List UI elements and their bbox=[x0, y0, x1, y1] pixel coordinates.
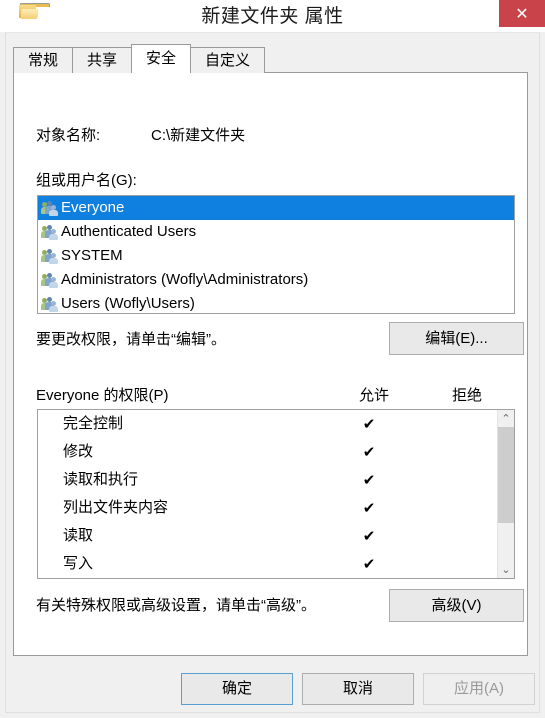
users-group-icon bbox=[41, 200, 58, 216]
scroll-up-icon[interactable]: ⌃ bbox=[498, 410, 514, 427]
list-item[interactable]: SYSTEM bbox=[38, 244, 514, 268]
close-button[interactable]: ✕ bbox=[499, 0, 545, 27]
permission-name: 完全控制 bbox=[63, 415, 124, 432]
list-item[interactable]: Users (Wofly\Users) bbox=[38, 292, 514, 313]
tab-customize[interactable]: 自定义 bbox=[190, 47, 266, 73]
permission-name: 列出文件夹内容 bbox=[63, 499, 169, 516]
dialog-body: 常规 共享 安全 自定义 对象名称: C:\新建文件夹 组或用户名(G): Ev… bbox=[5, 32, 540, 713]
table-row[interactable]: 列出文件夹内容 ✔ bbox=[38, 494, 497, 522]
group-or-user-names-list[interactable]: Everyone Authenticated Users SYSTEM Admi… bbox=[37, 195, 515, 314]
table-row[interactable]: 修改 ✔ bbox=[38, 438, 497, 466]
permission-name: 修改 bbox=[63, 443, 94, 460]
apply-button[interactable]: 应用(A) bbox=[423, 673, 535, 705]
list-item-label: Authenticated Users bbox=[61, 223, 197, 240]
window-title: 新建文件夹 属性 bbox=[201, 6, 344, 27]
tab-sharing[interactable]: 共享 bbox=[72, 47, 133, 73]
group-or-user-names-label: 组或用户名(G): bbox=[36, 172, 137, 189]
allow-checkmark-icon[interactable]: ✔ bbox=[349, 522, 389, 550]
permissions-column-deny: 拒绝 bbox=[451, 387, 482, 404]
table-row[interactable]: 读取和执行 ✔ bbox=[38, 466, 497, 494]
permissions-header-label: Everyone 的权限(P) bbox=[36, 387, 169, 404]
users-group-icon bbox=[41, 248, 58, 264]
list-item-label: Administrators (Wofly\Administrators) bbox=[61, 271, 309, 288]
allow-checkmark-icon[interactable]: ✔ bbox=[349, 466, 389, 494]
ok-button[interactable]: 确定 bbox=[181, 673, 293, 705]
table-row[interactable]: 完全控制 ✔ bbox=[38, 410, 497, 438]
object-name-value: C:\新建文件夹 bbox=[151, 127, 246, 144]
allow-checkmark-icon[interactable]: ✔ bbox=[349, 410, 389, 438]
list-item-label: Users (Wofly\Users) bbox=[61, 295, 195, 312]
edit-permissions-hint: 要更改权限，请单击“编辑”。 bbox=[36, 331, 226, 348]
permissions-list[interactable]: 完全控制 ✔ 修改 ✔ 读取和执行 ✔ 列出文件夹内容 ✔ 读取 ✔ 写入 ✔ … bbox=[37, 409, 515, 579]
permission-name: 读取和执行 bbox=[63, 471, 139, 488]
permission-name: 写入 bbox=[63, 555, 94, 572]
tab-security[interactable]: 安全 bbox=[131, 44, 192, 73]
scrollbar-track[interactable] bbox=[498, 427, 514, 561]
properties-dialog-window: 新建文件夹 属性 ✕ 常规 共享 安全 自定义 对象名称: C:\新建文件夹 组… bbox=[0, 0, 545, 718]
allow-checkmark-icon[interactable]: ✔ bbox=[349, 494, 389, 522]
scroll-down-icon[interactable]: ⌄ bbox=[498, 561, 514, 578]
tab-general[interactable]: 常规 bbox=[13, 47, 74, 73]
list-item-label: SYSTEM bbox=[61, 247, 123, 264]
allow-checkmark-icon[interactable]: ✔ bbox=[349, 438, 389, 466]
advanced-settings-hint: 有关特殊权限或高级设置，请单击“高级”。 bbox=[36, 597, 316, 614]
title-bar: 新建文件夹 属性 ✕ bbox=[0, 0, 545, 32]
list-item[interactable]: Administrators (Wofly\Administrators) bbox=[38, 268, 514, 292]
tab-strip: 常规 共享 安全 自定义 bbox=[13, 44, 266, 73]
table-row[interactable]: 写入 ✔ bbox=[38, 550, 497, 578]
advanced-button[interactable]: 高级(V) bbox=[389, 589, 524, 622]
object-name-label: 对象名称: bbox=[36, 127, 101, 144]
security-tab-panel: 对象名称: C:\新建文件夹 组或用户名(G): Everyone Authen… bbox=[13, 72, 528, 656]
edit-button[interactable]: 编辑(E)... bbox=[389, 322, 524, 355]
close-icon: ✕ bbox=[515, 4, 529, 23]
scrollbar-thumb[interactable] bbox=[498, 427, 514, 523]
list-item[interactable]: Everyone bbox=[38, 196, 514, 220]
users-group-icon bbox=[41, 296, 58, 312]
permissions-scrollbar[interactable]: ⌃ ⌄ bbox=[497, 410, 514, 578]
list-item-label: Everyone bbox=[61, 199, 125, 216]
table-row[interactable]: 读取 ✔ bbox=[38, 522, 497, 550]
users-group-icon bbox=[41, 224, 58, 240]
users-group-icon bbox=[41, 272, 58, 288]
permissions-column-allow: 允许 bbox=[358, 387, 389, 404]
permission-name: 读取 bbox=[63, 527, 94, 544]
cancel-button[interactable]: 取消 bbox=[302, 673, 414, 705]
allow-checkmark-icon[interactable]: ✔ bbox=[349, 550, 389, 578]
list-item[interactable]: Authenticated Users bbox=[38, 220, 514, 244]
